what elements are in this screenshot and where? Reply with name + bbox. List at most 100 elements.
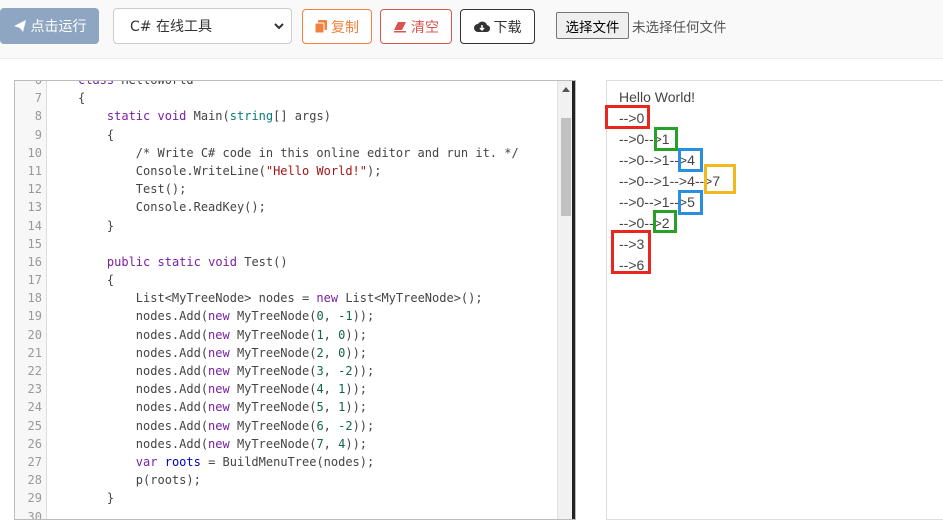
code-line: 13 Console.ReadKey(); bbox=[15, 198, 555, 216]
code-line: 27 var roots = BuildMenuTree(nodes); bbox=[15, 453, 555, 471]
download-button[interactable]: 下载 bbox=[460, 9, 535, 44]
line-number: 8 bbox=[15, 107, 42, 125]
code-line: 16 public static void Test() bbox=[15, 253, 555, 271]
chevron-down-icon bbox=[273, 20, 285, 32]
code-line: 14 } bbox=[15, 217, 555, 235]
code-line: 23 nodes.Add(new MyTreeNode(4, 1)); bbox=[15, 380, 555, 398]
copy-button[interactable]: 复制 bbox=[302, 9, 372, 44]
code-line: 10 /* Write C# code in this online edito… bbox=[15, 144, 555, 162]
code-text: Console.WriteLine("Hello World!"); bbox=[78, 162, 381, 180]
choose-file-button[interactable]: 选择文件 bbox=[556, 12, 629, 39]
code-line: 9 { bbox=[15, 126, 555, 144]
file-status-text: 未选择任何文件 bbox=[632, 16, 727, 36]
output-line: Hello World! bbox=[619, 89, 695, 105]
code-text: /* Write C# code in this online editor a… bbox=[78, 144, 519, 162]
highlight-box-yellow bbox=[704, 164, 736, 194]
code-text: { bbox=[78, 89, 85, 107]
code-line: 20 nodes.Add(new MyTreeNode(1, 0)); bbox=[15, 326, 555, 344]
code-text: { bbox=[78, 126, 114, 144]
line-number: 18 bbox=[15, 289, 42, 307]
line-number: 13 bbox=[15, 198, 42, 216]
code-line: 8 static void Main(string[] args) bbox=[15, 107, 555, 125]
code-text: nodes.Add(new MyTreeNode(5, 1)); bbox=[78, 398, 367, 416]
language-select[interactable]: C# 在线工具 bbox=[113, 8, 292, 44]
code-text: nodes.Add(new MyTreeNode(1, 0)); bbox=[78, 326, 367, 344]
code-line: 29 } bbox=[15, 489, 555, 507]
line-number: 27 bbox=[15, 453, 42, 471]
code-text: var roots = BuildMenuTree(nodes); bbox=[78, 453, 374, 471]
clear-button-label: 清空 bbox=[411, 17, 439, 37]
code-text: Test(); bbox=[78, 180, 186, 198]
code-line: 28 p(roots); bbox=[15, 471, 555, 489]
cloud-download-icon bbox=[474, 21, 490, 33]
code-line: 17 { bbox=[15, 271, 555, 289]
line-number: 19 bbox=[15, 307, 42, 325]
code-lines: 6class HelloWorld 7{ 8 static void Main(… bbox=[15, 80, 555, 520]
line-number: 17 bbox=[15, 271, 42, 289]
line-number: 24 bbox=[15, 398, 42, 416]
code-line: 24 nodes.Add(new MyTreeNode(5, 1)); bbox=[15, 398, 555, 416]
code-text: public static void Test() bbox=[78, 253, 288, 271]
editor-scrollbar[interactable] bbox=[557, 81, 575, 519]
code-text: static void Main(string[] args) bbox=[78, 107, 331, 125]
code-text: } bbox=[78, 489, 114, 507]
clear-button[interactable]: 清空 bbox=[380, 9, 452, 44]
highlight-box-red bbox=[611, 230, 651, 274]
line-number: 23 bbox=[15, 380, 42, 398]
code-text: nodes.Add(new MyTreeNode(4, 1)); bbox=[78, 380, 367, 398]
download-button-label: 下载 bbox=[494, 17, 522, 37]
highlight-box-blue bbox=[678, 190, 703, 215]
eraser-icon bbox=[393, 21, 407, 33]
code-text: } bbox=[78, 217, 114, 235]
highlight-box-blue bbox=[678, 148, 703, 172]
language-select-value: C# 在线工具 bbox=[130, 16, 212, 36]
line-number: 28 bbox=[15, 471, 42, 489]
code-editor[interactable]: 6class HelloWorld 7{ 8 static void Main(… bbox=[14, 80, 576, 520]
highlight-box-green bbox=[653, 210, 677, 233]
highlight-box-green bbox=[654, 127, 678, 151]
line-number: 29 bbox=[15, 489, 42, 507]
run-button[interactable]: 点击运行 bbox=[0, 8, 99, 44]
code-line: 21 nodes.Add(new MyTreeNode(2, 0)); bbox=[15, 344, 555, 362]
code-line: 19 nodes.Add(new MyTreeNode(0, -1)); bbox=[15, 307, 555, 325]
code-line: 12 Test(); bbox=[15, 180, 555, 198]
code-line: 25 nodes.Add(new MyTreeNode(6, -2)); bbox=[15, 417, 555, 435]
line-number: 21 bbox=[15, 344, 42, 362]
line-number: 16 bbox=[15, 253, 42, 271]
code-text: class HelloWorld bbox=[78, 80, 194, 89]
code-line: 11 Console.WriteLine("Hello World!"); bbox=[15, 162, 555, 180]
line-number: 6 bbox=[15, 80, 42, 89]
code-text: nodes.Add(new MyTreeNode(0, -1)); bbox=[78, 307, 374, 325]
scroll-thumb[interactable] bbox=[561, 118, 571, 216]
line-number: 25 bbox=[15, 417, 42, 435]
highlight-box-red bbox=[605, 105, 650, 129]
code-text: Console.ReadKey(); bbox=[78, 198, 266, 216]
line-number: 7 bbox=[15, 89, 42, 107]
code-line: 18 List<MyTreeNode> nodes = new List<MyT… bbox=[15, 289, 555, 307]
code-line: 22 nodes.Add(new MyTreeNode(3, -2)); bbox=[15, 362, 555, 380]
code-text: List<MyTreeNode> nodes = new List<MyTree… bbox=[78, 289, 483, 307]
toolbar: 点击运行 C# 在线工具 复制 清空 下载 选择文件 未选择任何文件 bbox=[0, 0, 943, 59]
code-text: nodes.Add(new MyTreeNode(2, 0)); bbox=[78, 344, 367, 362]
scroll-up-arrow-icon[interactable] bbox=[562, 86, 570, 92]
line-number: 15 bbox=[15, 235, 42, 253]
line-number: 12 bbox=[15, 180, 42, 198]
line-number: 10 bbox=[15, 144, 42, 162]
line-number: 14 bbox=[15, 217, 42, 235]
line-number: 22 bbox=[15, 362, 42, 380]
code-text: nodes.Add(new MyTreeNode(6, -2)); bbox=[78, 417, 374, 435]
editor-edge bbox=[572, 81, 575, 519]
line-number: 30 bbox=[15, 508, 42, 520]
line-number: 20 bbox=[15, 326, 42, 344]
line-number: 9 bbox=[15, 126, 42, 144]
copy-button-label: 复制 bbox=[331, 17, 359, 37]
code-text: { bbox=[78, 271, 114, 289]
code-line: 6 class HelloWorld bbox=[15, 80, 555, 89]
code-line: 26 nodes.Add(new MyTreeNode(7, 4)); bbox=[15, 435, 555, 453]
code-text: nodes.Add(new MyTreeNode(3, -2)); bbox=[78, 362, 374, 380]
code-line: 7{ bbox=[15, 89, 555, 107]
code-text: nodes.Add(new MyTreeNode(7, 4)); bbox=[78, 435, 367, 453]
copy-icon bbox=[315, 20, 327, 33]
paper-plane-icon bbox=[13, 19, 27, 33]
code-line: 15 bbox=[15, 235, 555, 253]
